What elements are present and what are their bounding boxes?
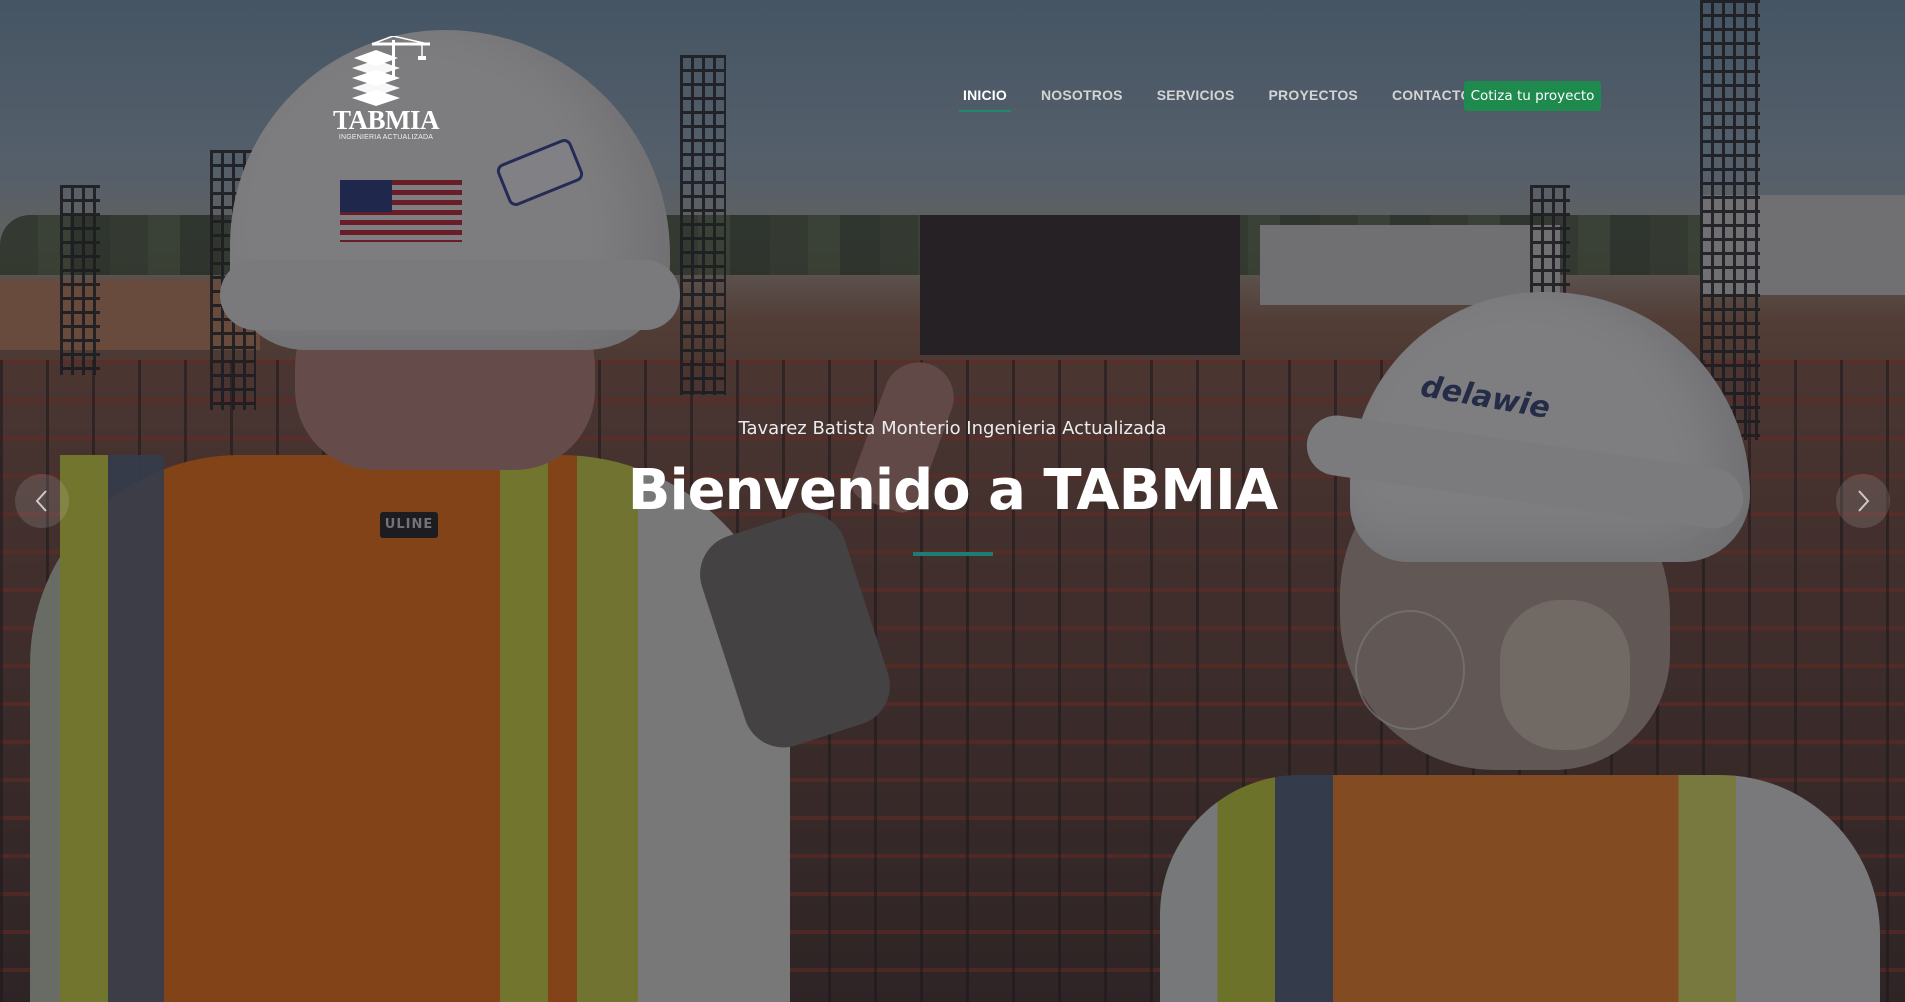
- slider-next-button[interactable]: [1836, 474, 1890, 528]
- quote-project-button[interactable]: Cotiza tu proyecto: [1464, 81, 1601, 111]
- title-divider: [913, 552, 993, 556]
- chevron-right-icon: [1858, 490, 1870, 512]
- site-logo[interactable]: TABMIA INGENIERIA ACTUALIZADA: [330, 30, 442, 146]
- main-navigation: INICIO NOSOTROS SERVICIOS PROYECTOS CONT…: [946, 80, 1489, 112]
- hero-subtitle: Tavarez Batista Monterio Ingenieria Actu…: [738, 418, 1167, 439]
- nav-item-servicios[interactable]: SERVICIOS: [1140, 80, 1252, 114]
- hero-title: Bienvenido a TABMIA: [627, 458, 1278, 523]
- nav-item-nosotros[interactable]: NOSOTROS: [1024, 80, 1140, 114]
- logo-wordmark: TABMIA: [332, 105, 440, 135]
- nav-item-inicio[interactable]: INICIO: [946, 80, 1024, 114]
- nav-item-proyectos[interactable]: PROYECTOS: [1252, 80, 1375, 114]
- chevron-left-icon: [35, 490, 47, 512]
- logo-tagline: INGENIERIA ACTUALIZADA: [338, 134, 434, 141]
- slider-prev-button[interactable]: [15, 474, 69, 528]
- building-crane-logo-icon: [352, 36, 430, 106]
